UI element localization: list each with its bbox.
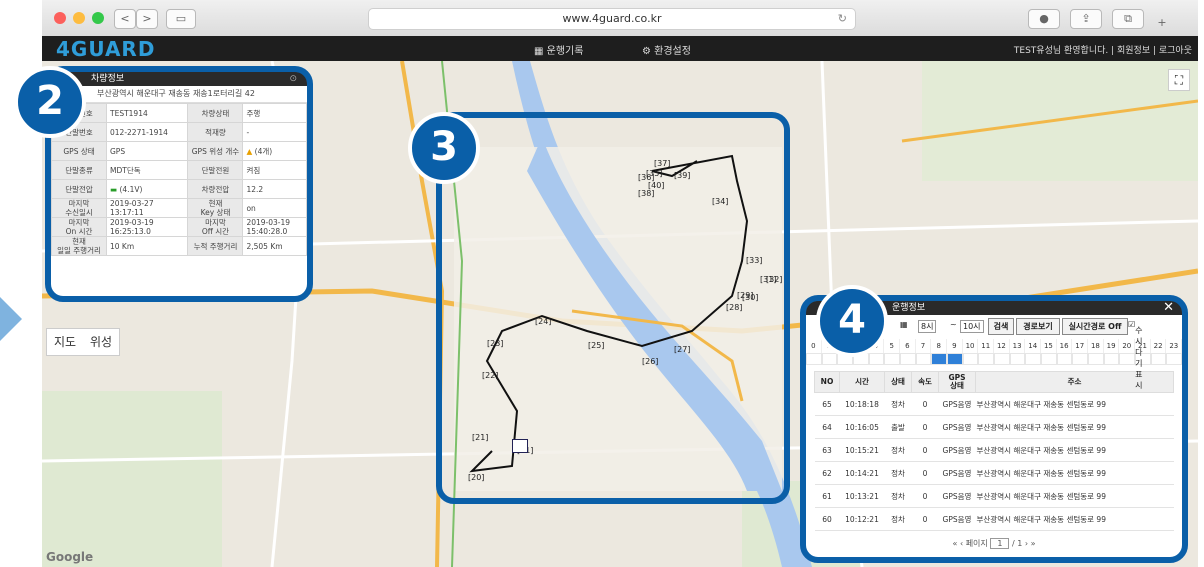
sidebar-toggle-icon[interactable]: ▭ <box>166 9 196 29</box>
tabs-icon[interactable]: ⧉ <box>1112 9 1144 29</box>
tab-satellite[interactable]: 위성 <box>83 329 119 355</box>
tab-map[interactable]: 지도 <box>47 329 83 355</box>
app-logo[interactable]: 4GUARD <box>56 37 155 61</box>
download-icon[interactable]: ● <box>1028 9 1060 29</box>
app-header: 4GUARD ▦ 운행기록 ⚙ 환경설정 TEST유성님 환영합니다. | 회원… <box>42 36 1198 61</box>
forward-button[interactable]: > <box>136 9 158 29</box>
menu-settings[interactable]: ⚙ 환경설정 <box>642 42 691 57</box>
browser-toolbar: < > ▭ www.4guard.co.kr ↻ ● ⇪ ⧉ + <box>42 0 1198 37</box>
menu-driving-log-label: 운행기록 <box>546 46 584 57</box>
close-window-button[interactable] <box>54 12 66 24</box>
share-icon[interactable]: ⇪ <box>1070 9 1102 29</box>
url-text: www.4guard.co.kr <box>562 12 662 25</box>
callout-badge-4: 4 <box>816 285 888 357</box>
back-button[interactable]: < <box>114 9 136 29</box>
user-info[interactable]: TEST유성님 환영합니다. | 회원정보 | 로그아웃 <box>1014 43 1192 56</box>
map-type-toggle: 지도 위성 <box>46 328 120 356</box>
new-tab-button[interactable]: + <box>1152 14 1172 32</box>
reload-icon[interactable]: ↻ <box>838 9 847 29</box>
pointer-arrow <box>0 297 22 341</box>
fullscreen-icon[interactable]: ⛶ <box>1168 69 1190 91</box>
zoom-window-button[interactable] <box>92 12 104 24</box>
minimize-window-button[interactable] <box>73 12 85 24</box>
google-logo: Google <box>46 550 94 564</box>
callout-frame-3 <box>436 112 790 504</box>
menu-settings-label: 환경설정 <box>654 46 691 57</box>
menu-driving-log[interactable]: ▦ 운행기록 <box>534 42 583 57</box>
address-bar[interactable]: www.4guard.co.kr ↻ <box>368 8 856 30</box>
callout-badge-2: 2 <box>14 66 86 138</box>
callout-badge-3: 3 <box>408 112 480 184</box>
